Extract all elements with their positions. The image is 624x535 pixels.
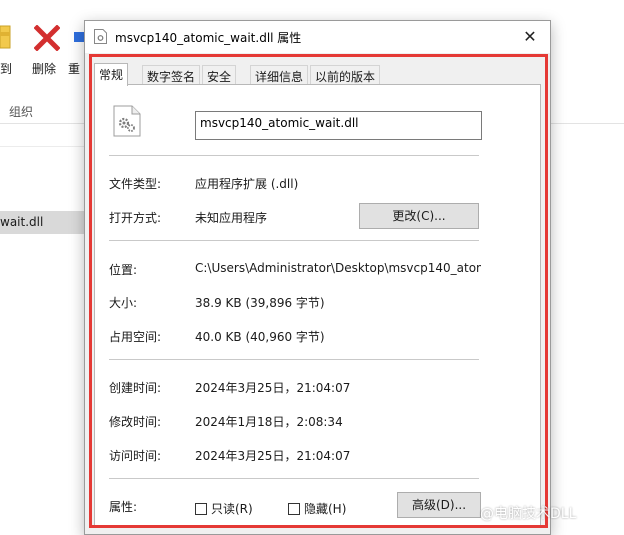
dll-file-icon: [94, 29, 107, 44]
opens-with-label: 打开方式:: [109, 211, 162, 225]
tab-details[interactable]: 详细信息: [250, 65, 309, 85]
modified-value: 2024年1月18日，2:08:34: [195, 415, 343, 429]
readonly-checkbox[interactable]: 只读(R): [195, 500, 253, 517]
hidden-checkbox[interactable]: 隐藏(H): [288, 500, 346, 517]
size-on-disk-value: 40.0 KB (40,960 字节): [195, 330, 325, 344]
attributes-label: 属性:: [109, 500, 138, 514]
created-label: 创建时间:: [109, 381, 162, 395]
checkbox-box: [288, 503, 300, 515]
file-name-input[interactable]: msvcp140_atomic_wait.dll: [195, 111, 482, 140]
location-label: 位置:: [109, 263, 138, 277]
dialog-title: msvcp140_atomic_wait.dll 属性: [115, 31, 302, 45]
hidden-label: 隐藏(H): [304, 502, 347, 516]
readonly-label: 只读(R): [211, 502, 253, 516]
explorer-divider: [0, 146, 84, 147]
dialog-titlebar[interactable]: msvcp140_atomic_wait.dll 属性 ✕: [85, 21, 550, 53]
size-label: 大小:: [109, 296, 138, 310]
tab-digital-signatures[interactable]: 数字签名: [142, 65, 201, 85]
divider: [109, 478, 479, 479]
tab-security[interactable]: 安全: [202, 65, 237, 85]
change-button[interactable]: 更改(C)...: [359, 203, 479, 229]
checkbox-box: [195, 503, 207, 515]
tab-previous-versions[interactable]: 以前的版本: [310, 65, 381, 85]
watermark-text: @电脑技术DLL: [480, 506, 577, 522]
opens-with-value: 未知应用程序: [195, 211, 268, 225]
file-type-value: 应用程序扩展 (.dll): [195, 177, 299, 191]
folder-icon: [0, 25, 11, 49]
general-tab-panel: msvcp140_atomic_wait.dll 文件类型: 应用程序扩展 (.…: [94, 84, 541, 528]
close-icon[interactable]: ✕: [518, 25, 542, 49]
accessed-value: 2024年3月25日，21:04:07: [195, 449, 351, 463]
created-value: 2024年3月25日，21:04:07: [195, 381, 351, 395]
accessed-label: 访问时间:: [109, 449, 162, 463]
properties-dialog: msvcp140_atomic_wait.dll 属性 ✕ 常规 数字签名 安全…: [84, 20, 551, 535]
location-value: C:\Users\Administrator\Desktop\msvcp140_…: [195, 261, 481, 275]
divider: [109, 359, 479, 360]
organize-group-label: 组织: [9, 105, 34, 119]
delete-x-icon: [34, 25, 60, 51]
divider: [109, 155, 479, 156]
delete-label: 删除: [32, 62, 57, 76]
tab-general[interactable]: 常规: [94, 63, 129, 86]
divider: [109, 240, 479, 241]
selected-file-name: wait.dll: [0, 215, 44, 229]
selected-file-row[interactable]: wait.dll: [0, 211, 90, 234]
advanced-button[interactable]: 高级(D)...: [397, 492, 481, 518]
size-value: 38.9 KB (39,896 字节): [195, 296, 325, 310]
rename-label: 重: [68, 62, 81, 76]
size-on-disk-label: 占用空间:: [109, 330, 162, 344]
modified-label: 修改时间:: [109, 415, 162, 429]
copy-to-label: 到: [0, 62, 13, 76]
file-type-label: 文件类型:: [109, 177, 162, 191]
dll-gear-file-icon: [113, 105, 141, 137]
